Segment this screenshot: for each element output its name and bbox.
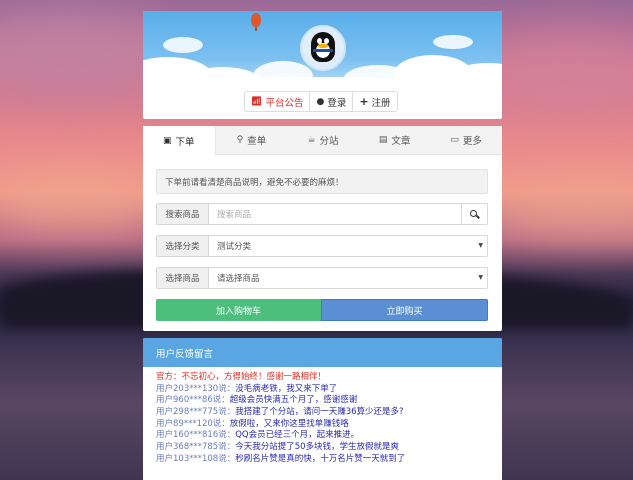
tab-substation[interactable]: ☕︎ 分站 [287,126,359,154]
feedback-message: 今天我分站提了50多块钱，学生放假就是爽 [235,442,400,453]
list-item: 用户203***130说：没毛病老铁，我又来下单了 [156,384,502,396]
header-nav: 📶︎ 平台公告 ● 登录 + 注册 [244,91,398,112]
header-card: 📶︎ 平台公告 ● 登录 + 注册 [143,11,502,119]
qq-penguin-icon [309,32,337,64]
feedback-user: 用户89***120说： [156,418,230,429]
tab-bar: ▣ 下单 ⚲ 查单 ☕︎ 分站 ▤ 文章 ▭ 更多 [143,126,502,155]
feedback-user: 用户160***816说： [156,430,236,441]
feedback-list: 官方：不忘初心，方得始终！感谢一路相伴！ 用户203***130说：没毛病老铁，… [143,367,502,466]
announcement-label: 平台公告 [265,97,304,109]
search-input[interactable]: 搜索商品 [209,204,461,224]
feedback-message: 没毛病老铁，我又来下单了 [235,383,338,394]
product-row: 选择商品 请选择商品 ▼ [156,267,488,289]
list-item: 用户368***785说：今天我分站提了50多块钱，学生放假就是爽 [156,442,502,454]
buy-now-button[interactable]: 立即购买 [321,299,488,321]
add-to-cart-button[interactable]: 加入购物车 [156,299,321,321]
category-select[interactable]: 测试分类 ▼ [209,236,487,256]
feedback-message: 超级会员快满五个月了，感谢感谢 [229,395,358,406]
caret-down-icon: ▼ [478,274,483,281]
category-label: 选择分类 [157,236,209,256]
shopping-bag-icon: ▣ [163,135,172,146]
caret-down-icon: ▼ [478,242,483,249]
feedback-user: 用户298***775说： [156,407,236,418]
coffee-icon: ☕︎ [307,135,316,145]
tab-query-label: 查单 [247,136,267,147]
search-label: 搜索商品 [157,204,209,224]
feedback-panel: 用户反馈留言 官方：不忘初心，方得始终！感谢一路相伴！ 用户203***130说… [143,338,502,480]
tab-more[interactable]: ▭ 更多 [430,126,502,154]
search-button[interactable] [461,204,487,224]
tab-order[interactable]: ▣ 下单 [143,126,216,155]
tab-query[interactable]: ⚲ 查单 [216,126,288,154]
feedback-user: 用户203***130说： [156,383,236,394]
feedback-message: QQ会员已经三个月，起来推进。 [235,430,360,441]
login-label: 登录 [327,97,347,109]
tab-substation-label: 分站 [319,136,339,147]
search-row: 搜索商品 搜索商品 [156,203,488,225]
action-buttons: 加入购物车 立即购买 [156,299,488,321]
list-item: 用户89***120说：放假啦，又来你这里找单赚钱咯 [156,419,502,431]
plus-icon: + [359,95,369,108]
tab-more-label: 更多 [462,136,482,147]
feedback-message: 秒刷名片赞是真的快，十万名片赞一天就到了 [235,453,406,464]
search-icon [470,209,480,219]
login-button[interactable]: ● 登录 [310,92,354,111]
list-item: 用户960***86说：超级会员快满五个月了，感谢感谢 [156,395,502,407]
list-item: 用户298***775说：我搭建了个分站，请问一天赚36算少还是多? [156,407,502,419]
avatar [300,25,346,71]
wifi-icon: 📶︎ [251,96,263,107]
feedback-title: 用户反馈留言 [143,338,502,367]
official-message: 官方：不忘初心，方得始终！感谢一路相伴！ [156,372,327,382]
register-label: 注册 [371,97,391,109]
tab-articles[interactable]: ▤ 文章 [359,126,431,154]
tab-order-label: 下单 [175,136,195,148]
category-value: 测试分类 [217,242,252,252]
folder-open-icon: ▭ [450,135,459,145]
search-icon: ⚲ [236,135,244,145]
feedback-message: 放假啦，又来你这里找单赚钱咯 [229,418,349,429]
feedback-message: 我搭建了个分站，请问一天赚36算少还是多? [235,407,404,418]
feedback-user: 用户368***785说： [156,442,236,453]
category-row: 选择分类 测试分类 ▼ [156,235,488,257]
register-button[interactable]: + 注册 [353,92,396,111]
product-select[interactable]: 请选择商品 ▼ [209,268,487,288]
product-value: 请选择商品 [217,274,260,284]
list-alt-icon: ▤ [378,135,388,145]
feedback-user: 用户960***86说： [156,395,230,406]
list-item: 用户103***108说：秒刷名片赞是真的快，十万名片赞一天就到了 [156,454,502,466]
tab-articles-label: 文章 [391,136,411,147]
announcement-button[interactable]: 📶︎ 平台公告 [245,92,311,111]
list-item: 用户160***816说：QQ会员已经三个月，起来推进。 [156,430,502,442]
feedback-user: 用户103***108说： [156,453,236,464]
user-icon: ● [316,96,325,107]
order-panel: ▣ 下单 ⚲ 查单 ☕︎ 分站 ▤ 文章 ▭ 更多 下单前请看清楚商品说明，避免… [143,126,502,331]
order-notice: 下单前请看清楚商品说明，避免不必要的麻烦！ [156,169,488,194]
balloon-icon [251,13,261,31]
product-label: 选择商品 [157,268,209,288]
